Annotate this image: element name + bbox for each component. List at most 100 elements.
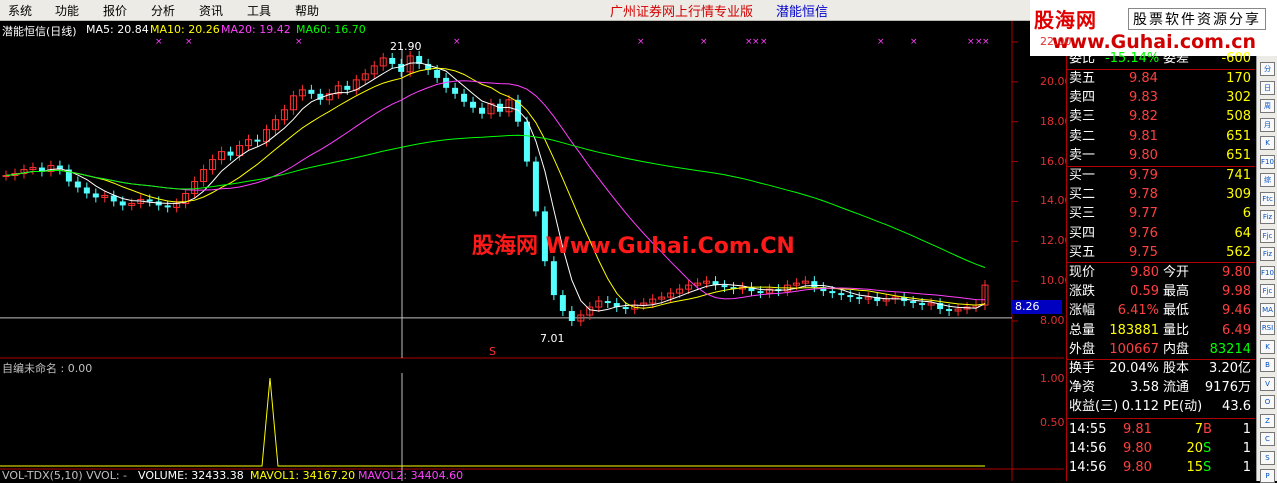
candle-body — [946, 309, 953, 312]
candle-body — [479, 107, 486, 114]
candle-body — [856, 297, 863, 300]
sell-level-row: 卖五 9.84 170 — [1067, 70, 1255, 88]
vol-title: VOL-TDX(5,10) VVOL: - — [2, 469, 127, 482]
fund-label: 净资 — [1069, 380, 1096, 396]
menu-analysis[interactable]: 分析 — [151, 2, 175, 19]
signal-marker: × — [453, 37, 461, 47]
toolbar-button[interactable]: F10 — [1260, 154, 1275, 169]
tick-qty: 7 — [1194, 422, 1203, 437]
candle-body — [604, 301, 611, 304]
menu-info[interactable]: 资讯 — [199, 2, 223, 19]
fund-label: 流通 — [1163, 380, 1190, 396]
buy-level-qty: 741 — [1226, 168, 1251, 183]
sell-level-price: 9.83 — [1129, 90, 1158, 106]
low-annotation: 7.01 — [540, 332, 565, 345]
toolbar-button[interactable]: Z — [1260, 413, 1275, 428]
watermark: 股海网 Www.Guhai.Com.CN — [472, 234, 795, 259]
buy-level-price: 9.75 — [1129, 244, 1158, 260]
ma20-line — [5, 80, 986, 301]
candle-body — [398, 63, 405, 72]
candle-body — [559, 295, 566, 312]
menu-function[interactable]: 功能 — [55, 2, 79, 19]
candle-body — [622, 307, 629, 310]
tick-qty: 15 — [1186, 460, 1203, 475]
fund-label: 收益(三) — [1069, 399, 1119, 415]
tick-time: 14:55 — [1069, 422, 1107, 437]
toolbar-button[interactable]: Fiz — [1260, 210, 1275, 224]
ma20-value: MA20: 19.42 — [221, 23, 291, 36]
stat-value: 9.46 — [1222, 303, 1251, 319]
stat-label: 总量 — [1069, 322, 1096, 338]
menu-quote[interactable]: 报价 — [103, 2, 127, 19]
stat-value: 9.98 — [1222, 284, 1251, 300]
vol-mavol1: MAVOL1: 34167.20 — [250, 469, 356, 482]
candle-body — [164, 205, 171, 208]
toolbar-button[interactable]: 分 — [1260, 62, 1275, 76]
toolbar-button[interactable]: O — [1260, 395, 1275, 409]
toolbar-button[interactable]: C — [1260, 432, 1275, 446]
buy-level-qty: 309 — [1226, 187, 1251, 203]
candle-body — [461, 93, 468, 102]
toolbar-button[interactable]: MA — [1260, 302, 1275, 317]
fund-value: 0.112 — [1121, 399, 1159, 415]
toolbar-button[interactable]: 周 — [1260, 99, 1275, 113]
toolbar-button[interactable]: S — [1260, 450, 1275, 465]
toolbar-button[interactable]: Fjc — [1260, 284, 1275, 298]
toolbar-button[interactable]: B — [1260, 358, 1275, 372]
signal-marker: × — [637, 37, 645, 47]
signal-marker: × — [752, 37, 760, 47]
right-toolbar: 分日周月 K F10 综 Ftc Fiz Fjc Fiz F10 Fjc MA RSI K B V O Z C S P — [1256, 56, 1277, 483]
toolbar-button[interactable]: 综 — [1260, 173, 1275, 187]
candle-body — [74, 181, 81, 188]
menu-tools[interactable]: 工具 — [247, 2, 271, 19]
stat-label: 量比 — [1163, 322, 1190, 338]
toolbar-button[interactable]: V — [1260, 376, 1275, 391]
candles — [2, 50, 989, 326]
stock-name: 潜能恒信 — [776, 5, 829, 20]
buy-level-price: 9.78 — [1129, 187, 1158, 203]
sell-level-price: 9.81 — [1129, 128, 1158, 144]
toolbar-button[interactable]: K — [1260, 339, 1275, 354]
toolbar-button[interactable]: K — [1260, 136, 1275, 150]
tick-price: 9.80 — [1123, 460, 1152, 475]
menu-help[interactable]: 帮助 — [295, 2, 319, 19]
stat-value: 9.80 — [1130, 265, 1159, 280]
buy-level-price: 9.77 — [1129, 206, 1158, 222]
buy-level-qty: 562 — [1226, 244, 1251, 260]
candle-body — [523, 121, 530, 162]
toolbar-button[interactable]: 月 — [1260, 117, 1275, 132]
sell-level-qty: 651 — [1226, 147, 1251, 163]
stat-label: 涨幅 — [1069, 303, 1096, 319]
toolbar-button[interactable]: RSI — [1260, 321, 1275, 335]
toolbar-button[interactable]: Fiz — [1260, 247, 1275, 261]
toolbar-button[interactable]: F10 — [1260, 265, 1275, 280]
weibi-label: 委比 — [1069, 51, 1096, 66]
tick-count: 1 — [1242, 460, 1251, 475]
stat-value: 6.41% — [1117, 303, 1159, 319]
stat-value: 183881 — [1109, 322, 1159, 338]
vol-volume: VOLUME: 32433.38 — [138, 469, 244, 482]
toolbar-button[interactable]: Ftc — [1260, 191, 1275, 206]
ma60-value: MA60: 16.70 — [296, 23, 366, 36]
price-axis-label: 8.00 — [1040, 314, 1065, 327]
buy-level-row: 买一 9.79 741 — [1067, 167, 1255, 185]
buy-level-label: 买三 — [1069, 206, 1096, 222]
signal-marker: × — [295, 37, 303, 47]
toolbar-button[interactable]: 日 — [1260, 80, 1275, 95]
ma5-line — [5, 62, 986, 312]
buy-level-row: 买五 9.75 562 — [1067, 244, 1255, 262]
sell-level-label: 卖一 — [1069, 147, 1096, 163]
signal-marker: × — [982, 37, 990, 47]
weicha-value: -600 — [1221, 51, 1251, 66]
candle-body — [757, 291, 764, 294]
menu-system[interactable]: 系统 — [8, 2, 32, 19]
toolbar-button[interactable]: Fjc — [1260, 228, 1275, 243]
fund-value: 43.6 — [1222, 399, 1251, 415]
signal-marker: × — [155, 37, 163, 47]
indicator-lines — [0, 377, 985, 467]
sell-level-label: 卖三 — [1069, 109, 1096, 125]
tick-row: 14:55 9.81 7 B 1 — [1067, 421, 1255, 439]
ma10-value: MA10: 20.26 — [150, 23, 220, 36]
chart-title: 潜能恒信(日线) — [2, 25, 77, 38]
fund-label: 股本 — [1163, 361, 1190, 376]
